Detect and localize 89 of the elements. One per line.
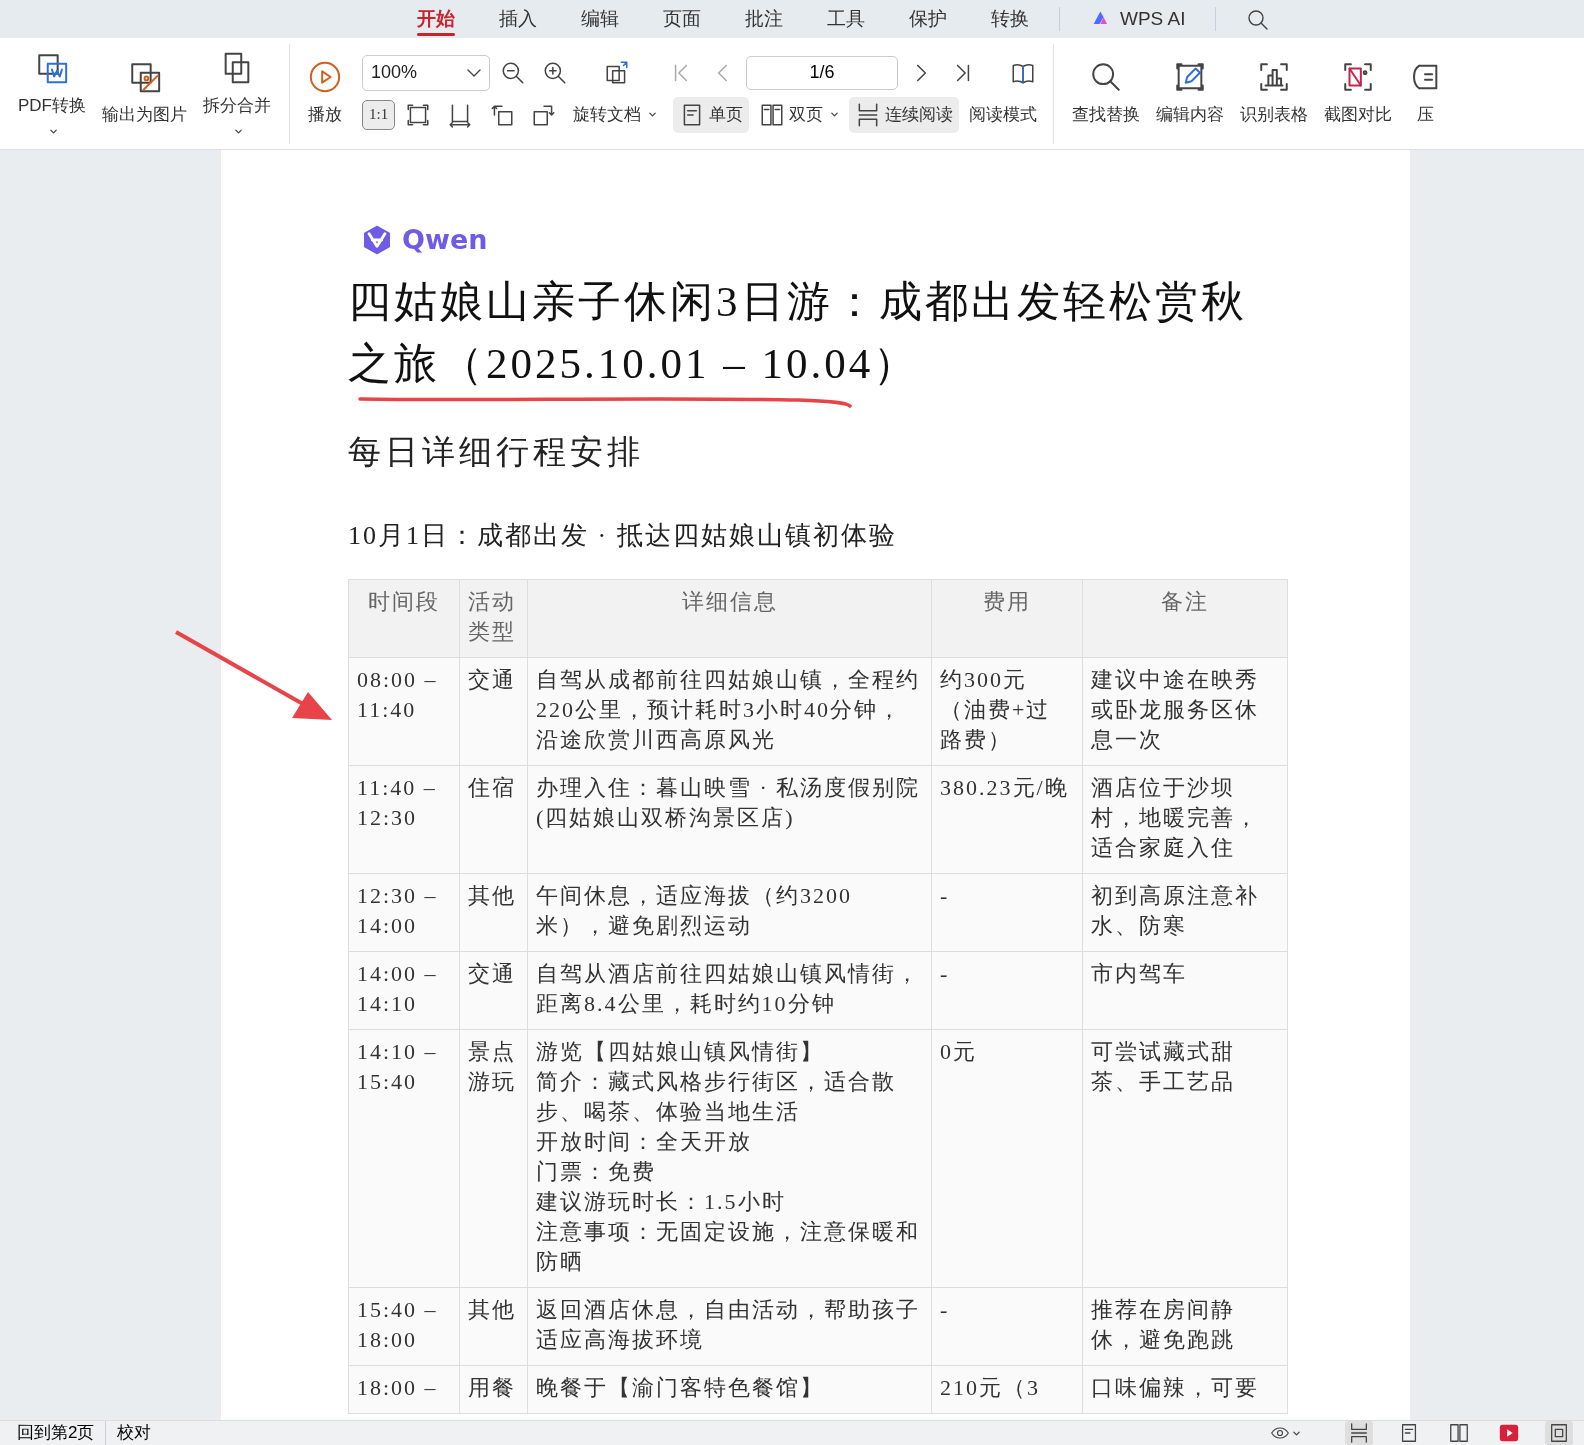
menu-tab[interactable]: 保护 [887, 0, 969, 38]
page-layout-icon [759, 101, 786, 128]
toolbar-button[interactable]: 查找替换 [1064, 55, 1149, 132]
table-cell: 返回酒店休息，自由活动，帮助孩子适应高海拔环境 [527, 1287, 932, 1366]
menu-tab[interactable]: 工具 [805, 0, 887, 38]
rotate-document-button[interactable]: 旋转文档 [567, 96, 664, 133]
menu-tab[interactable]: 开始 [395, 0, 477, 38]
menu-tab[interactable]: 转换 [969, 0, 1051, 38]
fit-page-icon [1548, 1422, 1570, 1444]
table-cell: 可尝试藏式甜茶、手工艺品 [1082, 1029, 1288, 1288]
column-header: 费用 [931, 579, 1083, 658]
toolbar-button[interactable]: 压 [1400, 55, 1451, 132]
column-header: 时间段 [348, 579, 460, 658]
table-cell: 自驾从成都前往四姑娘山镇，全程约220公里，预计耗时3小时40分钟，沿途欣赏川西高原风光 [527, 657, 932, 766]
table-cell: 自驾从酒店前往四姑娘山镇风情街，距离8.4公里，耗时约10分钟 [527, 951, 932, 1030]
table-cell: 推荐在房间静休，避免跑跳 [1082, 1287, 1288, 1366]
document-icon [35, 51, 69, 86]
ai-tab[interactable]: WPS AI [1068, 0, 1208, 38]
section-heading: 每日详细行程安排 [348, 432, 645, 472]
page-view-button[interactable]: 连续阅读 [849, 96, 960, 133]
play-icon [308, 59, 342, 94]
table-cell: 建议中途在映秀或卧龙服务区休息一次 [1082, 657, 1288, 766]
table-cell: 12:30 – 14:00 [348, 873, 460, 952]
table-cell: 380.23元/晚 [931, 765, 1083, 874]
table-cell: 初到高原注意补水、防寒 [1082, 873, 1288, 952]
cell-line: 游览【四姑娘山镇风情街】 [536, 1038, 825, 1067]
back-link[interactable]: 回到第2页 [14, 1421, 98, 1445]
table-cell: 景点游玩 [459, 1029, 528, 1288]
table-cell: 0元 [931, 1029, 1083, 1288]
menu-tab[interactable]: 批注 [723, 0, 805, 38]
column-header: 活动类型 [459, 579, 528, 658]
table-cell: 办理入住：暮山映雪 · 私汤度假别院(四姑娘山双桥沟景区店) [527, 765, 932, 874]
table-cell: 其他 [459, 873, 528, 952]
table-cell: 午间休息，适应海拔（约3200米），避免剧烈运动 [527, 873, 932, 952]
cell-line: 注意事项：无固定设施，注意保暖和防晒 [536, 1218, 921, 1277]
table-cell: 14:10 – 15:40 [348, 1029, 460, 1288]
fit-page-icon [405, 101, 432, 128]
cell-line: 门票：免费 [536, 1158, 657, 1187]
table-cell: 14:00 – 14:10 [348, 951, 460, 1030]
table-cell: 15:40 – 18:00 [348, 1287, 460, 1366]
table-cell: - [931, 1287, 1083, 1366]
actual-size-button[interactable]: 1:1 [362, 99, 396, 130]
table-cell: 晚餐于【渝门客特色餐馆】 [527, 1365, 932, 1414]
column-header: 详细信息 [527, 579, 932, 658]
table-cell: 住宿 [459, 765, 528, 874]
page-view-button[interactable]: 双页 [753, 96, 846, 133]
menu-tab[interactable]: 插入 [477, 0, 559, 38]
table-cell: 酒店位于沙坝村，地暖完善，适合家庭入住 [1082, 765, 1288, 874]
cell-line: 简介：藏式风格步行街区，适合散步、喝茶、体验当地生活 [536, 1068, 897, 1127]
logo-text: Qwen [402, 223, 488, 257]
table-cell: 口味偏辣，可要 [1082, 1365, 1288, 1414]
table-cell: 08:00 – 11:40 [348, 657, 460, 766]
table-cell: 11:40 – 12:30 [348, 765, 460, 874]
menu-tab[interactable]: 编辑 [559, 0, 641, 38]
page-field[interactable]: 1/6 [746, 55, 898, 90]
toolbar-button[interactable]: 识别表格 [1232, 55, 1317, 132]
toolbar-button[interactable]: 编辑内容 [1148, 55, 1233, 132]
toolbar-button[interactable]: 截图对比 [1316, 55, 1401, 132]
table-cell: 用餐 [459, 1365, 528, 1414]
table-cell: 市内驾车 [1082, 951, 1288, 1030]
day-heading: 10月1日：成都出发 · 抵达四姑娘山镇初体验 [348, 520, 898, 553]
toolbar-button[interactable]: PDF转换 [10, 47, 94, 140]
menu-tab[interactable]: 页面 [641, 0, 723, 38]
column-header: 备注 [1082, 579, 1288, 658]
play-icon [1498, 1422, 1520, 1444]
view-mode-button[interactable] [1545, 1421, 1573, 1445]
table-cell: 交通 [459, 657, 528, 766]
table-cell: - [931, 873, 1083, 952]
play-button[interactable]: 播放 [300, 55, 350, 132]
continuous-view-icon [1348, 1422, 1370, 1444]
toolbar-button[interactable]: 拆分合并 [195, 47, 279, 140]
chevron-icon [467, 67, 481, 78]
toolbar-button[interactable]: 输出为图片 [94, 55, 195, 132]
table-cell: 约300元（油费+过路费） [931, 657, 1083, 766]
read-mode-label[interactable]: 阅读模式 [963, 96, 1044, 133]
view-mode-button[interactable] [1345, 1421, 1373, 1445]
page-view-button[interactable]: 单页 [673, 96, 750, 133]
cell-line: 建议游玩时长：1.5小时 [536, 1188, 787, 1217]
double-page-icon [1448, 1422, 1470, 1444]
table-cell: - [931, 951, 1083, 1030]
table-cell: 交通 [459, 951, 528, 1030]
cell-line: 开放时间：全天开放 [536, 1128, 753, 1157]
table-cell: 其他 [459, 1287, 528, 1366]
zoom-dropdown[interactable]: 100% [362, 54, 490, 91]
table-cell: 18:00 – [348, 1365, 460, 1414]
document-title: 四姑娘山亲子休闲3日游：成都出发轻松赏秋之旅（2025.10.01 – 10.04） [348, 276, 1248, 389]
rotate-pages-icon [604, 59, 630, 86]
table-cell: 210元（3 [931, 1365, 1083, 1414]
proofread-button[interactable]: 校对 [114, 1421, 155, 1445]
